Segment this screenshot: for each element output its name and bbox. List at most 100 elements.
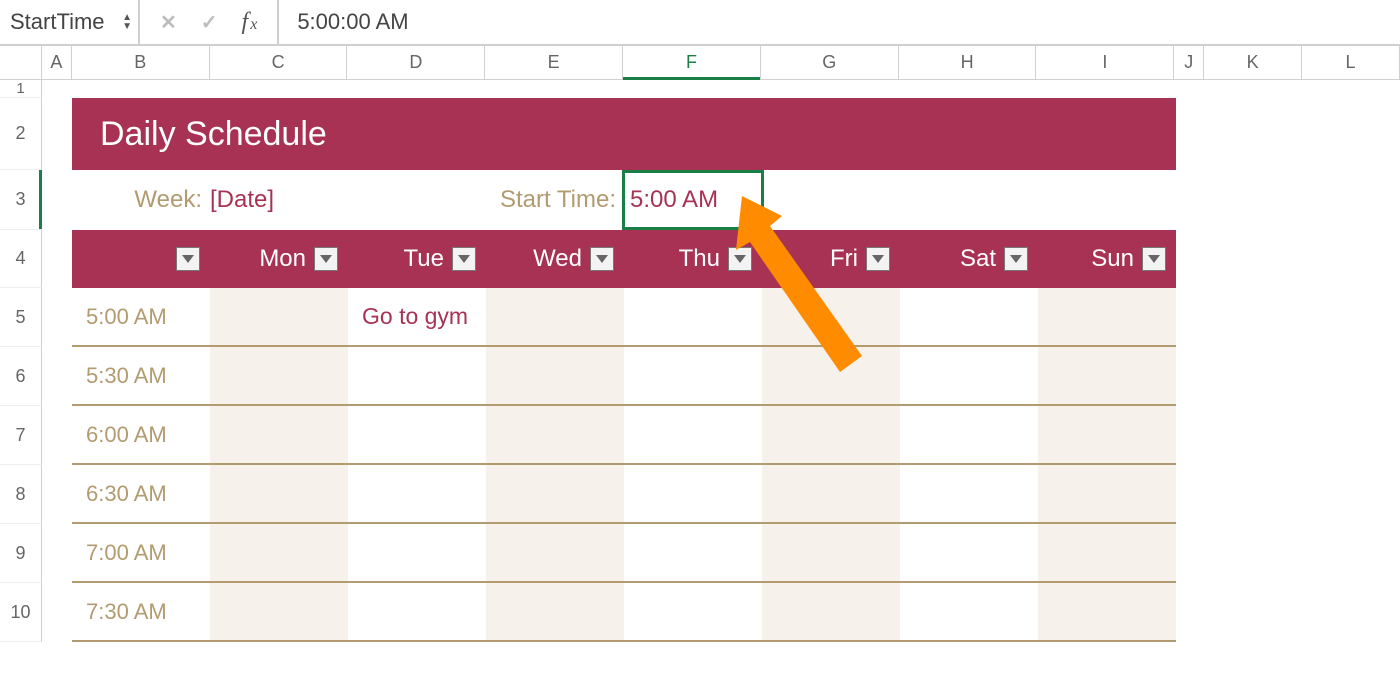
start-time-value[interactable]: 5:00 AM	[630, 186, 718, 214]
slot-cell[interactable]	[1038, 406, 1176, 463]
select-all-corner[interactable]	[0, 46, 42, 79]
formula-bar-value[interactable]: 5:00:00 AM	[279, 9, 408, 35]
slot-cell[interactable]	[1038, 288, 1176, 345]
slot-cell[interactable]	[348, 583, 486, 640]
column-header-J[interactable]: J	[1174, 46, 1204, 79]
slot-cell[interactable]	[1038, 465, 1176, 522]
chevron-down-icon[interactable]: ▼	[122, 23, 132, 31]
filter-button[interactable]	[1004, 247, 1028, 271]
slot-time[interactable]: 6:30 AM	[72, 465, 210, 522]
slot-time[interactable]: 7:00 AM	[72, 524, 210, 581]
row-header-9[interactable]: 9	[0, 524, 42, 583]
slot-cell[interactable]	[624, 583, 762, 640]
slot-cell[interactable]	[900, 406, 1038, 463]
slot-cell[interactable]	[624, 465, 762, 522]
filter-button[interactable]	[452, 247, 476, 271]
slot-cell[interactable]	[900, 347, 1038, 404]
slot-time[interactable]: 7:30 AM	[72, 583, 210, 640]
name-box[interactable]: StartTime ▲ ▼	[0, 0, 140, 44]
column-header-K[interactable]: K	[1204, 46, 1302, 79]
day-header-mon[interactable]: Mon	[210, 230, 348, 288]
slot-cell[interactable]	[486, 583, 624, 640]
slot-cell[interactable]	[210, 406, 348, 463]
row-header-4[interactable]: 4	[0, 230, 42, 288]
slot-cell[interactable]	[762, 524, 900, 581]
slot-cell[interactable]	[762, 347, 900, 404]
row-header-6[interactable]: 6	[0, 347, 42, 406]
column-header-E[interactable]: E	[485, 46, 623, 79]
row-header-7[interactable]: 7	[0, 406, 42, 465]
slot-cell[interactable]	[900, 465, 1038, 522]
filter-button[interactable]	[866, 247, 890, 271]
column-header-H[interactable]: H	[899, 46, 1037, 79]
slot-cell[interactable]	[348, 347, 486, 404]
row-header-1[interactable]: 1	[0, 80, 42, 98]
slot-cell[interactable]	[1038, 524, 1176, 581]
column-header-B[interactable]: B	[72, 46, 210, 79]
slot-cell[interactable]	[486, 465, 624, 522]
column-header-D[interactable]: D	[347, 46, 485, 79]
slot-cell[interactable]	[348, 465, 486, 522]
slot-cell[interactable]	[762, 406, 900, 463]
slot-time[interactable]: 5:00 AM	[72, 288, 210, 345]
slot-cell[interactable]	[210, 288, 348, 345]
day-header-sun[interactable]: Sun	[1038, 230, 1176, 288]
slot-row: 7:00 AM	[72, 524, 1176, 583]
row-header-5[interactable]: 5	[0, 288, 42, 347]
formula-bar: StartTime ▲ ▼ ✕ ✓ fx 5:00:00 AM	[0, 0, 1400, 46]
slot-cell[interactable]	[348, 406, 486, 463]
slot-cell[interactable]	[486, 524, 624, 581]
slot-cell[interactable]	[210, 347, 348, 404]
row-header-3[interactable]: 3	[0, 170, 42, 230]
slot-cell[interactable]	[900, 288, 1038, 345]
filter-button[interactable]	[176, 247, 200, 271]
row-header-8[interactable]: 8	[0, 465, 42, 524]
slot-cell[interactable]: Go to gym	[348, 288, 486, 345]
slot-time[interactable]: 6:00 AM	[72, 406, 210, 463]
day-header-wed[interactable]: Wed	[486, 230, 624, 288]
slot-cell[interactable]	[624, 288, 762, 345]
slot-cell[interactable]	[624, 524, 762, 581]
day-header-fri[interactable]: Fri	[762, 230, 900, 288]
cells[interactable]: Daily Schedule Week: [Date] Start Time: …	[42, 80, 1400, 642]
formula-bar-actions: ✕ ✓ fx	[140, 0, 279, 44]
fx-icon[interactable]: fx	[242, 9, 258, 36]
column-header-C[interactable]: C	[210, 46, 348, 79]
slot-cell[interactable]	[486, 347, 624, 404]
day-header-thu[interactable]: Thu	[624, 230, 762, 288]
row-header-2[interactable]: 2	[0, 98, 42, 170]
column-header-L[interactable]: L	[1302, 46, 1400, 79]
slot-cell[interactable]	[624, 406, 762, 463]
slot-cell[interactable]	[1038, 583, 1176, 640]
slot-cell[interactable]	[624, 347, 762, 404]
column-header-G[interactable]: G	[761, 46, 899, 79]
slot-cell[interactable]	[210, 583, 348, 640]
name-box-stepper[interactable]: ▲ ▼	[122, 14, 132, 31]
slot-cell[interactable]	[210, 465, 348, 522]
slot-cell[interactable]	[486, 406, 624, 463]
column-header-I[interactable]: I	[1036, 46, 1174, 79]
slot-cell[interactable]	[210, 524, 348, 581]
filter-button[interactable]	[728, 247, 752, 271]
column-header-A[interactable]: A	[42, 46, 72, 79]
week-value[interactable]: [Date]	[210, 186, 274, 214]
slot-cell[interactable]	[762, 583, 900, 640]
filter-button[interactable]	[1142, 247, 1166, 271]
confirm-icon[interactable]: ✓	[201, 10, 218, 35]
slot-cell[interactable]	[762, 288, 900, 345]
column-header-F[interactable]: F	[623, 46, 761, 79]
filter-button[interactable]	[590, 247, 614, 271]
slot-cell[interactable]	[762, 465, 900, 522]
cancel-icon[interactable]: ✕	[160, 10, 177, 35]
slot-cell[interactable]	[900, 583, 1038, 640]
filter-button[interactable]	[314, 247, 338, 271]
slot-cell[interactable]	[1038, 347, 1176, 404]
day-header-sat[interactable]: Sat	[900, 230, 1038, 288]
day-header-tue[interactable]: Tue	[348, 230, 486, 288]
column-headers: A B C D E F G H I J K L	[0, 46, 1400, 80]
slot-time[interactable]: 5:30 AM	[72, 347, 210, 404]
row-header-10[interactable]: 10	[0, 583, 42, 642]
slot-cell[interactable]	[348, 524, 486, 581]
slot-cell[interactable]	[900, 524, 1038, 581]
slot-cell[interactable]	[486, 288, 624, 345]
